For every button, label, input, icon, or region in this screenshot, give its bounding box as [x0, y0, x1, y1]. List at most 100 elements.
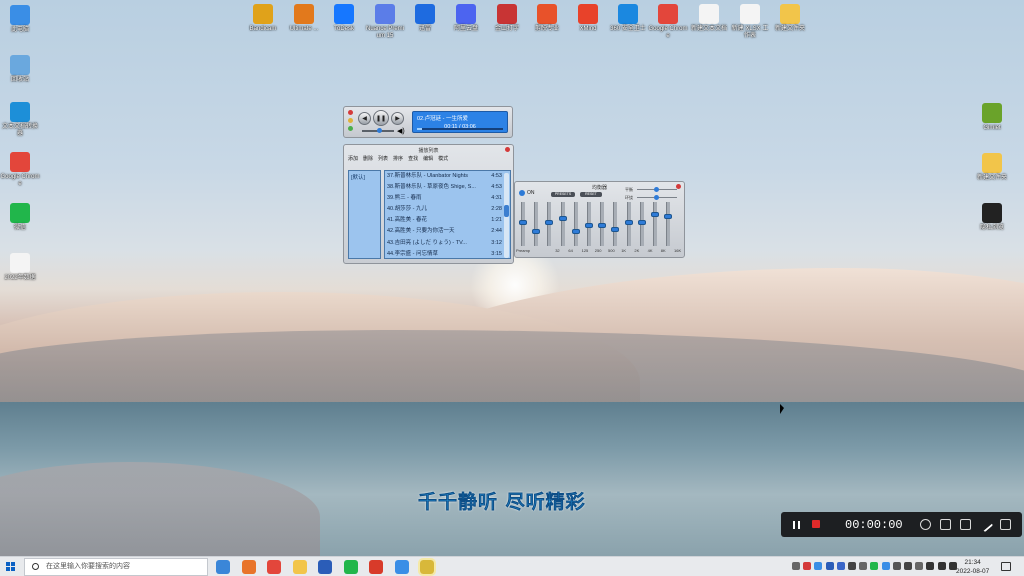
desktop-icon[interactable]: 阿里云盘 [446, 4, 486, 33]
ttplayer-mini-window[interactable]: ◀ ❚❚ ▶ ◀) 02.卢冠廷 - 一生所爱 00:11 / 03:06 [343, 106, 513, 138]
app-tray-icon[interactable] [814, 562, 823, 570]
balance-knob[interactable] [654, 187, 659, 192]
desktop-icon[interactable]: Google Chrome [0, 152, 40, 188]
eq-band-slider[interactable] [611, 202, 620, 246]
playlist-row[interactable]: 42.高胜美 - 只要为你活一天 2:44 [385, 226, 510, 237]
word-icon[interactable] [318, 560, 332, 574]
eq-band-knob[interactable] [637, 219, 646, 225]
stop-record-button[interactable] [812, 520, 820, 528]
taskbar-clock[interactable]: 21:34 2022-08-07 [956, 558, 989, 576]
app-tray-icon[interactable] [904, 562, 912, 570]
balance-slider[interactable] [637, 187, 677, 192]
browser-icon[interactable] [241, 560, 256, 574]
eq-band-knob[interactable] [571, 229, 580, 235]
playlist-menu-item[interactable]: 排序 [393, 155, 403, 162]
desktop-icon[interactable]: 金山打字 [487, 4, 527, 33]
eq-band-slider[interactable] [637, 202, 646, 246]
eq-on-toggle[interactable]: ON [519, 190, 535, 196]
wechat-icon[interactable] [343, 560, 358, 574]
ttplayer-icon[interactable] [394, 560, 409, 574]
region-icon[interactable] [920, 519, 931, 530]
desktop-icon[interactable]: 新建文本文档 [689, 4, 729, 33]
pause-record-button[interactable] [793, 521, 800, 529]
minimize-window-icon[interactable] [1000, 519, 1011, 530]
playlist-row[interactable]: 43.吉田亮 (よしだ りょう) - TV... 3:12 [385, 238, 510, 249]
screen-recorder-bar[interactable]: 00:00:00 [781, 512, 1022, 537]
fullscreen-icon[interactable] [940, 519, 951, 530]
eq-band-slider[interactable] [664, 202, 673, 246]
playlist-menu-item[interactable]: 添加 [348, 155, 358, 162]
eq-band-knob[interactable] [532, 229, 541, 235]
eq-band-slider[interactable] [585, 202, 593, 246]
wifi-icon[interactable] [926, 562, 935, 570]
eq-band-slider[interactable] [651, 202, 659, 246]
volume-slider[interactable] [362, 128, 394, 133]
desktop-icon[interactable]: Bandicam [243, 4, 283, 33]
playlist-window[interactable]: 播放列表 添加 删除 列表 排序 查找 编辑 模式 [默认] 37.斯普林乐队 - Ulan… [343, 144, 514, 264]
playlist-list[interactable]: 37.斯普林乐队 - Ulanbator Nights 4:53 38.斯普林乐队 … [384, 170, 511, 259]
desktop-icon[interactable]: 剪映专业 [527, 4, 567, 33]
eq-band-knob[interactable] [519, 219, 527, 225]
desktop-icon[interactable]: 此电脑 [0, 5, 40, 34]
eq-band-slider[interactable] [624, 202, 633, 246]
desktop-lyric[interactable]: 千千静听 尽听精彩 [418, 487, 586, 514]
next-button[interactable]: ▶ [391, 112, 404, 125]
stop-tray-icon[interactable] [803, 562, 812, 570]
surround-knob[interactable] [654, 195, 659, 200]
track-progress[interactable] [417, 128, 503, 130]
mode-dot-icon[interactable] [348, 126, 353, 131]
playlist-menu-item[interactable]: 编辑 [423, 155, 433, 162]
eq-band-knob[interactable] [585, 223, 593, 229]
chevron-up-icon[interactable] [892, 562, 901, 570]
playlist-row[interactable]: 41.高胜美 - 春花 1:21 [385, 215, 510, 226]
app-tray-icon[interactable] [859, 562, 868, 570]
group-default[interactable]: [默认] [351, 173, 378, 181]
app-active-icon[interactable] [418, 558, 436, 576]
playlist-row[interactable]: 38.斯普林乐队 - 草原夜色 Shige, S... 4:53 [385, 182, 510, 193]
chrome-icon[interactable] [267, 560, 281, 574]
bluetooth-icon[interactable] [836, 562, 845, 570]
desktop-icon[interactable]: Nuance Premium 15 [365, 4, 405, 40]
desktop-icon[interactable]: 新建文件夹 [770, 4, 810, 33]
volume-knob[interactable] [376, 128, 382, 133]
eq-band-knob[interactable] [624, 219, 633, 225]
surround-slider[interactable] [637, 195, 677, 200]
wps-icon[interactable] [369, 560, 383, 574]
volume-icon[interactable] [937, 562, 946, 570]
playlist-menu-item[interactable]: 模式 [438, 155, 448, 162]
mic-icon[interactable] [848, 562, 856, 570]
app-tray-icon[interactable] [825, 562, 834, 570]
wechat-tray-icon[interactable] [870, 562, 879, 570]
scrollbar-thumb[interactable] [504, 205, 509, 217]
desktop-icon[interactable]: 新建文件夹 [972, 153, 1012, 182]
eq-band-slider[interactable] [545, 202, 554, 246]
desktop-icon[interactable]: XMind [568, 4, 608, 33]
search-icon[interactable] [216, 560, 230, 574]
desktop-icon[interactable]: ToDesk [324, 4, 364, 33]
desktop-icon[interactable]: 回收站 [0, 55, 40, 84]
pause-button[interactable]: ❚❚ [373, 110, 389, 126]
eq-band-knob[interactable] [611, 227, 620, 233]
reset-button[interactable]: RESET [580, 192, 602, 197]
eq-band-knob[interactable] [545, 219, 554, 225]
desktop-icon[interactable]: 迅雷 [405, 4, 445, 33]
playlist-row[interactable]: 40.胡莎莎 - 九儿 2:28 [385, 204, 510, 215]
eq-band-slider[interactable] [598, 202, 607, 246]
desktop-icon[interactable]: 新建 XLSX 工作表 [730, 4, 770, 40]
equalizer-window[interactable]: 均衡器 ON PRESETS RESET 平衡 环绕 Preamp 32 64 125… [514, 181, 685, 258]
eq-band-knob[interactable] [651, 211, 659, 217]
notification-icon[interactable] [1001, 562, 1011, 571]
camera-icon[interactable] [960, 519, 971, 530]
eq-band-slider[interactable] [558, 202, 567, 246]
playlist-row[interactable]: 39.熊三 - 春雨 4:31 [385, 193, 510, 204]
taskbar-search[interactable]: 在这里输入你要搜索的内容 [24, 558, 208, 576]
minimize-dot-icon[interactable] [348, 118, 353, 123]
eq-band-slider[interactable] [519, 202, 527, 246]
app-tray-icon[interactable] [881, 562, 890, 570]
playlist-menu-item[interactable]: 列表 [378, 155, 388, 162]
playlist-scrollbar[interactable] [504, 173, 509, 258]
eq-band-knob[interactable] [598, 223, 607, 229]
presets-button[interactable]: PRESETS [551, 192, 575, 197]
previous-button[interactable]: ◀ [358, 112, 371, 125]
playlist-row[interactable]: 37.斯普林乐队 - Ulanbator Nights 4:53 [385, 171, 510, 182]
